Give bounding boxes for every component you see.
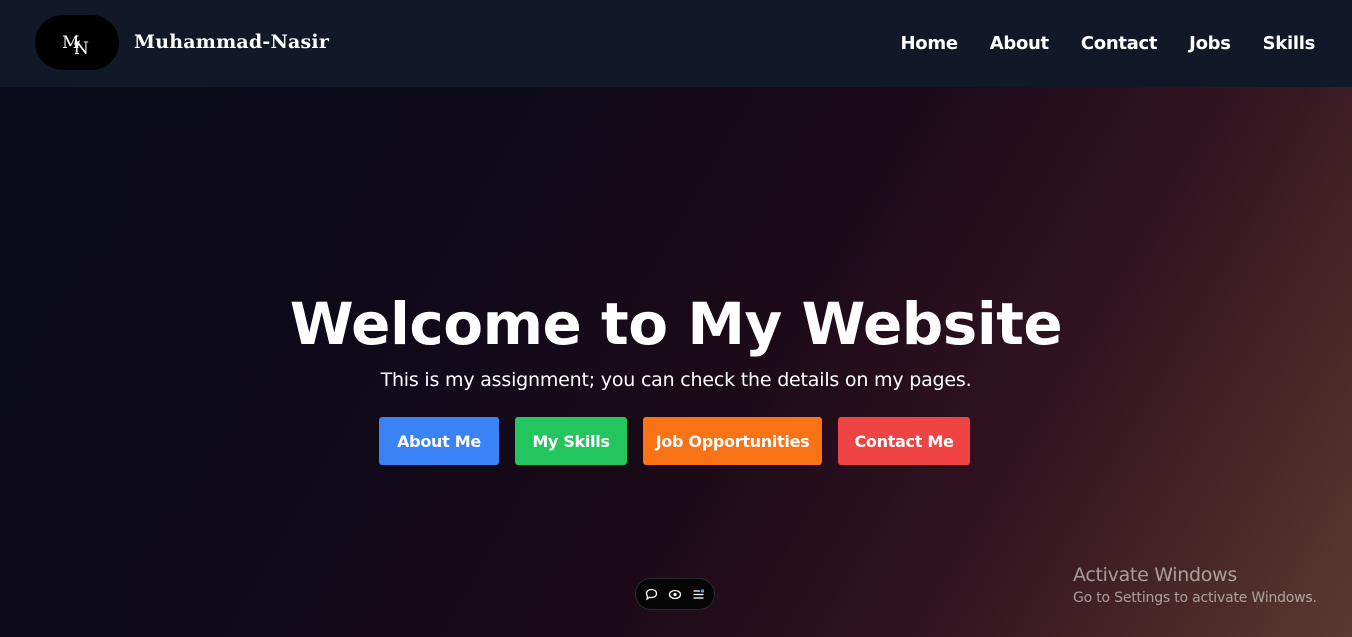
activate-windows-watermark: Activate Windows Go to Settings to activ… <box>1073 564 1317 606</box>
nav-link-skills[interactable]: Skills <box>1263 33 1316 54</box>
settings-list-icon[interactable] <box>692 588 705 601</box>
my-skills-button[interactable]: My Skills <box>515 417 627 465</box>
comment-icon[interactable] <box>645 588 658 601</box>
contact-me-button[interactable]: Contact Me <box>838 417 970 465</box>
hero-subtitle: This is my assignment; you can check the… <box>380 369 972 391</box>
nav-link-home[interactable]: Home <box>901 33 959 54</box>
nav-link-about[interactable]: About <box>990 33 1049 54</box>
nav-link-jobs[interactable]: Jobs <box>1189 33 1231 54</box>
logo[interactable]: M N <box>35 15 119 70</box>
floating-toolbar <box>635 578 715 610</box>
logo-mark: M N <box>62 33 89 58</box>
eye-icon[interactable] <box>668 588 682 601</box>
nav-links: Home About Contact Jobs Skills <box>901 33 1316 54</box>
navbar: M N Muhammad-Nasir Home About Contact Jo… <box>0 0 1352 87</box>
watermark-title: Activate Windows <box>1073 564 1237 586</box>
about-me-button[interactable]: About Me <box>379 417 499 465</box>
job-opportunities-button[interactable]: Job Opportunities <box>643 417 822 465</box>
watermark-subtitle: Go to Settings to activate Windows. <box>1073 590 1317 606</box>
hero-title: Welcome to My Website <box>289 290 1063 358</box>
hero-section: Welcome to My Website This is my assignm… <box>0 87 1352 637</box>
nav-link-contact[interactable]: Contact <box>1081 33 1158 54</box>
brand-name[interactable]: Muhammad-Nasir <box>134 31 329 53</box>
